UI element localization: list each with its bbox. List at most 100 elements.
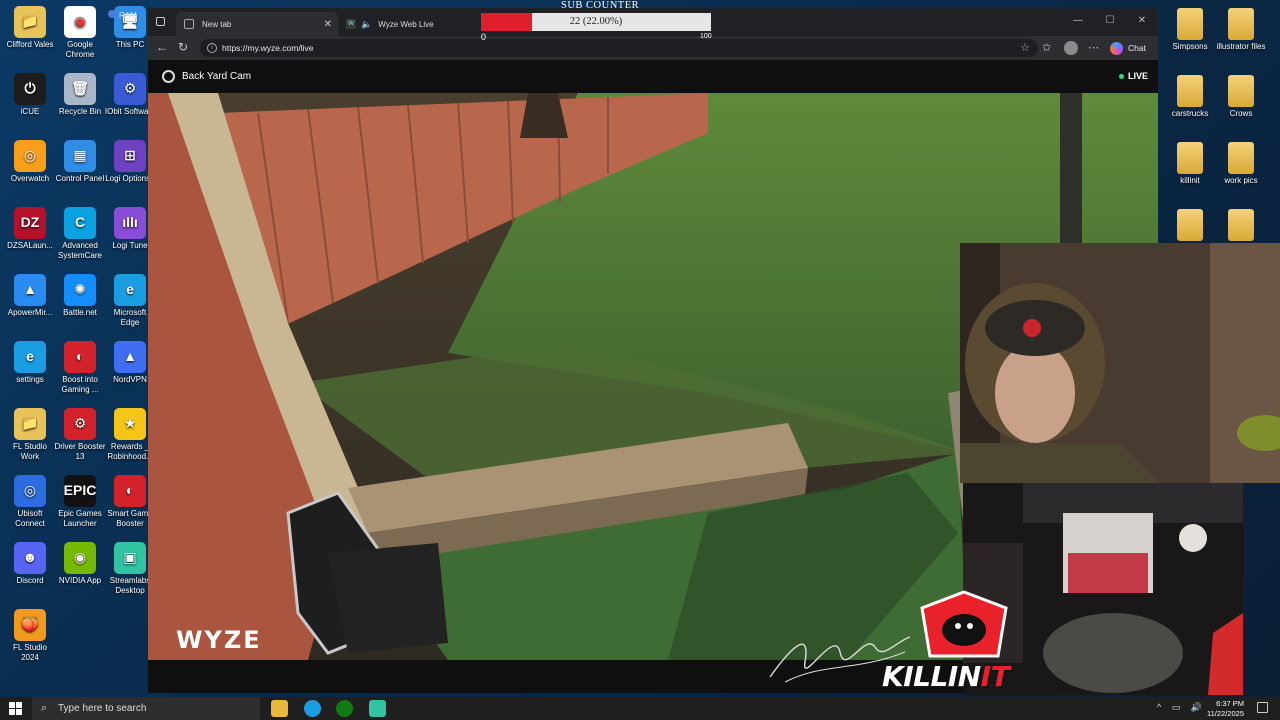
tab-actions-icon[interactable] xyxy=(156,17,165,26)
desktop-icon[interactable]: ⏻ iCUE xyxy=(4,73,56,117)
desktop-icon-label: ApowerMir... xyxy=(7,308,53,317)
app-icon: ⊞ xyxy=(114,140,146,172)
speaker-icon[interactable]: 🔈 xyxy=(361,19,372,30)
desktop-icon[interactable]: ☻ Discord xyxy=(4,542,56,586)
desktop-icon[interactable]: 📁 FL Studio Work xyxy=(4,408,56,461)
desktop-icon[interactable]: C Advanced SystemCare xyxy=(54,207,106,260)
app-icon: ◉ xyxy=(64,542,96,574)
desktop-folder[interactable]: illustrator files xyxy=(1215,8,1267,52)
desktop-folder[interactable]: Simpsons xyxy=(1164,8,1216,52)
tab-new-tab[interactable]: New tab ✕ xyxy=(176,12,338,36)
maximize-button[interactable]: ☐ xyxy=(1094,8,1126,34)
app-icon: ▲ xyxy=(14,274,46,306)
close-tab-icon[interactable]: ✕ xyxy=(324,19,332,30)
ram-indicator: RAM xyxy=(108,10,137,20)
sub-counter-text: 22 (22.00%) xyxy=(569,16,623,27)
app-icon: ☻ xyxy=(14,542,46,574)
desktop-icon[interactable]: ✺ Battle.net xyxy=(54,274,106,318)
camera-header: Back Yard Cam LIVE xyxy=(148,60,1158,93)
app-icon: DZ xyxy=(14,207,46,239)
address-bar[interactable]: i https://my.wyze.com/live ☆ xyxy=(200,39,1038,57)
desktop-icon[interactable]: ◎ Overwatch xyxy=(4,140,56,184)
desktop-icon[interactable]: ⚙ Driver Booster 13 xyxy=(54,408,106,461)
app-icon: EPIC xyxy=(64,475,96,507)
desktop-icon-label: Advanced SystemCare xyxy=(57,241,102,260)
refresh-icon[interactable]: ↻ xyxy=(178,40,188,54)
app-icon: 📁 xyxy=(14,6,46,38)
notifications-icon[interactable] xyxy=(1257,702,1268,713)
windows-start-icon[interactable] xyxy=(9,702,22,715)
sub-counter-max: 100 xyxy=(700,33,712,40)
folder-icon xyxy=(1228,8,1254,40)
minimize-button[interactable]: — xyxy=(1062,8,1094,34)
desktop-icon[interactable]: ▦ Control Panel xyxy=(54,140,106,184)
back-arrow-icon[interactable]: ← xyxy=(156,40,168,54)
app-icon: C xyxy=(64,207,96,239)
desktop-folder[interactable]: work pics xyxy=(1215,142,1267,186)
desktop-icon[interactable]: ◐ Boost into Gaming ... xyxy=(54,341,106,394)
desktop-icon[interactable]: e settings xyxy=(4,341,56,385)
desktop-folder[interactable]: Crows xyxy=(1215,75,1267,119)
tab-wyze-web-live[interactable]: W 🔈 Wyze Web Live xyxy=(338,12,478,36)
close-window-button[interactable]: ✕ xyxy=(1126,8,1158,34)
streamlabs-taskbar-icon[interactable] xyxy=(369,700,386,717)
desktop-folder[interactable]: carstrucks xyxy=(1164,75,1216,119)
desktop-icon[interactable]: ◉ NVIDIA App xyxy=(54,542,106,586)
folder-icon xyxy=(1228,75,1254,107)
tab-label: New tab xyxy=(202,19,232,29)
file-explorer-icon[interactable] xyxy=(271,700,288,717)
desktop-icon-label: illustrator files xyxy=(1216,42,1266,51)
desktop-icon-label: Crows xyxy=(1229,109,1253,118)
favorites-icon[interactable]: ✩ xyxy=(1042,41,1051,54)
desktop-icon-label: Control Panel xyxy=(55,174,105,183)
camera-name: Back Yard Cam xyxy=(182,71,252,82)
app-icon: 📁 xyxy=(14,408,46,440)
app-icon: ▣ xyxy=(114,542,146,574)
site-info-icon[interactable]: i xyxy=(207,43,217,53)
desktop-icon-label: Recycle Bin xyxy=(58,107,102,116)
app-icon: ◎ xyxy=(14,140,46,172)
desktop-icon-label: carstrucks xyxy=(1171,109,1209,118)
desktop-folder[interactable] xyxy=(1215,209,1267,243)
live-badge: LIVE xyxy=(1118,71,1148,81)
system-tray-icons[interactable]: ^ ▭ 🔊 xyxy=(1157,702,1206,713)
desktop-icon-label: Discord xyxy=(16,576,44,585)
clock[interactable]: 6:37 PM 11/22/2025 xyxy=(1207,699,1244,718)
app-icon: 🗑 xyxy=(64,73,96,105)
desktop-icon[interactable]: ◎ Ubisoft Connect xyxy=(4,475,56,528)
app-icon: ✺ xyxy=(64,274,96,306)
app-icon: ★ xyxy=(114,408,146,440)
edge-taskbar-icon[interactable] xyxy=(304,700,321,717)
desktop-folder[interactable]: killinit xyxy=(1164,142,1216,186)
desktop-icon[interactable]: ◉ Google Chrome xyxy=(54,6,106,59)
sub-counter-min: 0 xyxy=(481,32,487,42)
folder-icon xyxy=(1177,142,1203,174)
desktop-icon[interactable]: 🍑 FL Studio 2024 xyxy=(4,609,56,662)
taskbar-search-box[interactable]: ⌕ Type here to search xyxy=(32,697,260,720)
taskbar: ⌕ Type here to search ^ ▭ 🔊 6:37 PM 11/2… xyxy=(0,697,1280,720)
desktop-icon[interactable]: EPIC Epic Games Launcher xyxy=(54,475,106,528)
desktop-folder[interactable] xyxy=(1164,209,1216,243)
desktop-icon-label: work pics xyxy=(1224,176,1258,185)
profile-avatar[interactable] xyxy=(1064,41,1078,55)
app-icon: 🍑 xyxy=(14,609,46,641)
killinit-logo xyxy=(918,590,1010,664)
app-icon: ◎ xyxy=(14,475,46,507)
more-menu-icon[interactable]: ⋯ xyxy=(1088,41,1099,54)
app-icon: ◉ xyxy=(64,6,96,38)
desktop-icon-label: Battle.net xyxy=(63,308,97,317)
copilot-chat-button[interactable]: Chat xyxy=(1110,39,1146,57)
favorite-star-icon[interactable]: ☆ xyxy=(1020,39,1030,57)
app-icon: ◐ xyxy=(114,475,146,507)
desktop-icon[interactable]: DZ DZSALaun... xyxy=(4,207,56,251)
streamer-webcam-image xyxy=(960,243,1280,483)
desktop-icon[interactable]: 📁 Clifford Vales xyxy=(4,6,56,50)
desktop-icon[interactable]: 🗑 Recycle Bin xyxy=(54,73,106,117)
desktop-icon[interactable]: ▲ ApowerMir... xyxy=(4,274,56,318)
xbox-icon[interactable] xyxy=(336,700,353,717)
camera-icon xyxy=(162,70,175,83)
desktop-icon-label: Epic Games Launcher xyxy=(58,509,102,528)
folder-icon xyxy=(1177,209,1203,241)
ram-icon xyxy=(108,10,116,18)
desktop-icon-label: Ubisoft Connect xyxy=(15,509,45,528)
